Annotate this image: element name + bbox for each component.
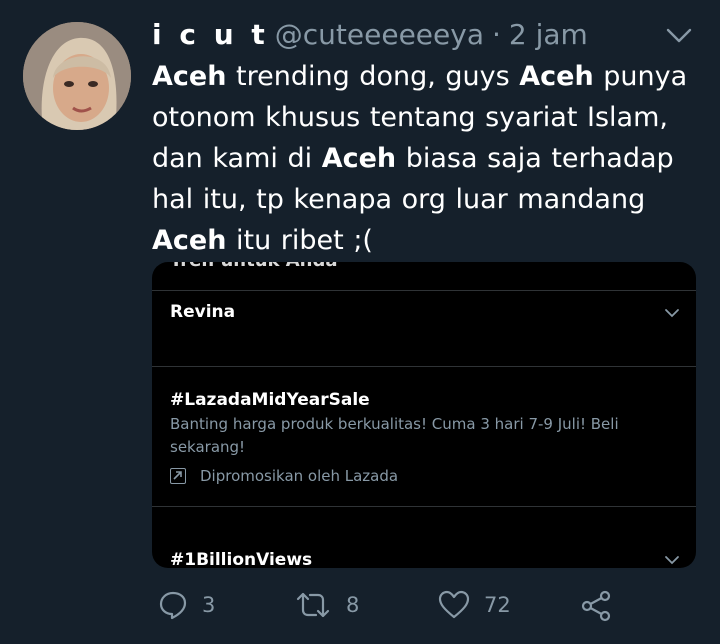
keyword-highlight: Aceh	[152, 61, 227, 92]
retweet-icon	[296, 592, 330, 618]
avatar-image	[23, 22, 131, 130]
tweet: i c u t @cuteeeeeeya · 2 jam Aceh trendi…	[0, 0, 720, 644]
tweet-actions: 3 8 72	[152, 590, 672, 630]
text-segment: itu ribet ;(	[226, 225, 373, 256]
like-icon	[438, 590, 470, 619]
divider	[152, 290, 696, 291]
share-icon	[581, 590, 611, 622]
embed-header: Tren untuk Anda	[170, 262, 338, 271]
avatar[interactable]	[23, 22, 131, 130]
retweet-button[interactable]: 8	[294, 590, 359, 620]
separator-dot: ·	[491, 18, 501, 51]
divider	[152, 366, 696, 367]
divider	[152, 506, 696, 507]
chevron-down-icon[interactable]	[664, 554, 680, 566]
tweet-header: i c u t @cuteeeeeeya · 2 jam	[152, 18, 660, 56]
like-count: 72	[484, 593, 511, 617]
tweet-time[interactable]: 2 jam	[509, 18, 588, 51]
chevron-down-icon[interactable]	[666, 26, 692, 46]
promoted-text: Dipromosikan oleh Lazada	[200, 467, 399, 485]
keyword-highlight: Aceh	[321, 143, 397, 174]
tweet-text: Aceh trending dong, guys Aceh punya oton…	[152, 56, 708, 261]
chevron-down-icon[interactable]	[664, 307, 680, 319]
retweet-count: 8	[346, 593, 360, 617]
reply-count: 3	[202, 593, 216, 617]
share-button[interactable]	[580, 590, 626, 622]
keyword-highlight: Aceh	[152, 225, 227, 256]
like-button[interactable]: 72	[438, 590, 511, 620]
trend-title-lazada[interactable]: #LazadaMidYearSale	[170, 390, 370, 410]
trend-title-revina[interactable]: Revina	[170, 302, 235, 322]
reply-icon	[159, 591, 187, 620]
text-segment: trending dong, guys	[226, 61, 520, 92]
user-handle[interactable]: @cuteeeeeeya	[275, 18, 484, 51]
trend-title-1billionviews[interactable]: #1BillionViews	[170, 550, 312, 568]
promoted-label: Dipromosikan oleh Lazada	[170, 467, 398, 485]
promoted-icon	[170, 468, 186, 484]
reply-button[interactable]: 3	[158, 590, 215, 620]
keyword-highlight: Aceh	[519, 61, 594, 92]
trends-embed[interactable]: Tren untuk Anda Revina #LazadaMidYearSal…	[152, 262, 696, 568]
display-name[interactable]: i c u t	[152, 18, 269, 51]
trend-description: Banting harga produk berkualitas! Cuma 3…	[170, 415, 619, 456]
